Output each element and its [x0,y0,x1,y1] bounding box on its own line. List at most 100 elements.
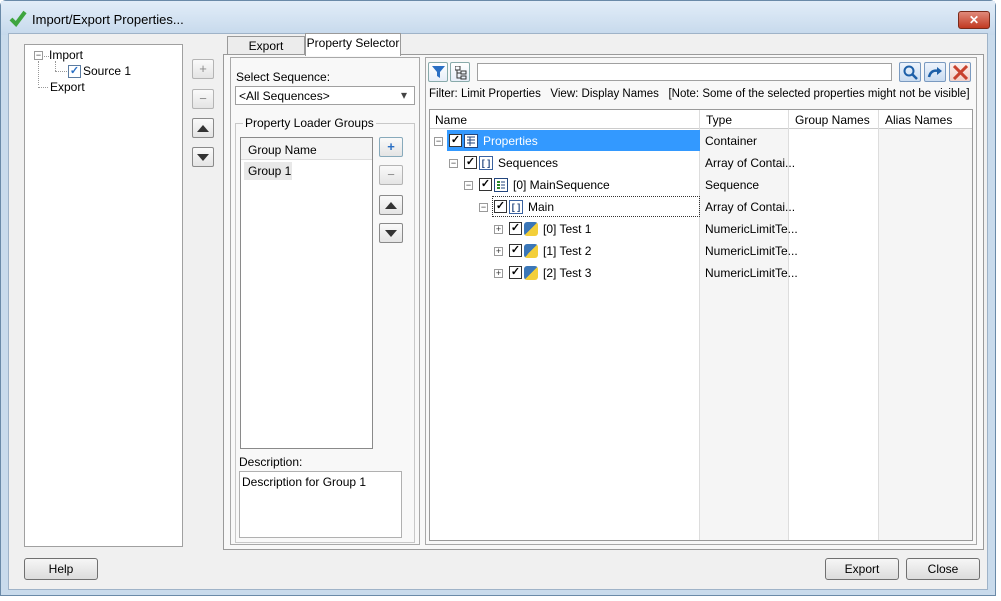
tree-line [55,61,56,71]
sequence-group-box: Select Sequence: <All Sequences> ▾ Prope… [230,57,420,545]
dialog-client: − Import ✓ Source 1 Export + − Export Op… [8,33,988,590]
python-step-icon [524,244,538,258]
close-button[interactable]: Close [906,558,980,580]
mainsequence-checkbox[interactable]: ✓ [479,178,492,191]
move-down-button[interactable] [192,147,214,167]
hierarchy-icon [455,66,467,80]
search-icon [903,65,918,80]
arrow-up-icon [385,202,397,209]
tree-line [44,56,49,57]
tab-export-options[interactable]: Export Options [227,36,305,72]
tree-line [38,87,48,88]
group-list-header: Group Name [241,138,372,160]
expand-test2-icon[interactable]: + [494,247,503,256]
close-window-button[interactable]: ✕ [958,11,990,29]
tree-item-import[interactable]: Import [49,48,83,62]
tab-content: Select Sequence: <All Sequences> ▾ Prope… [223,54,984,550]
source1-checkbox[interactable]: ✓ [68,65,81,78]
test1-checkbox[interactable]: ✓ [509,222,522,235]
row-name-main[interactable]: Main [528,200,554,214]
row-name-test2[interactable]: [1] Test 2 [543,244,591,258]
import-export-tree: − Import ✓ Source 1 Export [24,44,183,547]
filter-button[interactable] [428,62,448,82]
export-button[interactable]: Export [825,558,899,580]
redo-arrow-icon [927,67,942,78]
row-type-sequences: Array of Contai... [705,156,796,170]
window-title: Import/Export Properties... [32,12,184,27]
group-move-down-button[interactable] [379,223,403,243]
column-divider [788,110,789,540]
row-type-main: Array of Contai... [705,200,796,214]
expand-test1-icon[interactable]: + [494,225,503,234]
column-divider [878,110,879,540]
sequences-checkbox[interactable]: ✓ [464,156,477,169]
arrow-down-icon [197,154,209,161]
row-type-test2: NumericLimitTe... [705,244,798,258]
property-grid: Name Type Group Names Alias Names − ✓ Pr… [429,109,973,541]
tree-view-button[interactable] [450,62,470,82]
help-button[interactable]: Help [24,558,98,580]
group-list: Group Name Group 1 [240,137,373,449]
container-icon [464,134,478,148]
remove-group-button[interactable]: − [379,165,403,185]
group-name-column: Group Name [248,143,317,157]
row-type-test1: NumericLimitTe... [705,222,798,236]
collapse-import-icon[interactable]: − [34,51,43,60]
test2-checkbox[interactable]: ✓ [509,244,522,257]
test3-checkbox[interactable]: ✓ [509,266,522,279]
collapse-sequences-icon[interactable]: − [449,159,458,168]
column-divider [699,110,700,540]
refresh-button[interactable] [924,62,946,82]
description-label: Description: [239,455,303,469]
focused-row-outline [492,196,700,217]
clear-button[interactable] [949,62,971,82]
collapse-main-icon[interactable]: − [479,203,488,212]
row-name-properties[interactable]: Properties [483,134,538,148]
add-button[interactable]: + [192,59,214,79]
column-header-alias-names[interactable]: Alias Names [885,113,952,127]
checkmark-app-icon [9,10,27,27]
sequence-dropdown[interactable]: <All Sequences> ▾ [235,86,415,105]
alias-column-bg [879,110,972,540]
select-sequence-label: Select Sequence: [236,70,331,84]
tree-line [38,61,39,85]
description-field[interactable]: Description for Group 1 [239,471,402,538]
row-name-test1[interactable]: [0] Test 1 [543,222,591,236]
loader-groups-title: Property Loader Groups [243,116,376,130]
group-move-up-button[interactable] [379,195,403,215]
main-checkbox[interactable]: ✓ [494,200,507,213]
loader-groups-frame: Property Loader Groups Group Name Group … [235,116,415,543]
row-name-sequences[interactable]: Sequences [498,156,558,170]
description-text: Description for Group 1 [242,475,367,489]
column-header-group-names[interactable]: Group Names [795,113,870,127]
row-name-mainsequence[interactable]: [0] MainSequence [513,178,610,192]
tree-item-export[interactable]: Export [50,80,85,94]
grid-header: Name Type Group Names Alias Names [430,110,972,129]
row-name-test3[interactable]: [2] Test 3 [543,266,591,280]
python-step-icon [524,266,538,280]
property-search-input[interactable] [477,63,892,81]
search-button[interactable] [899,62,921,82]
tab-property-selector[interactable]: Property Selector [305,33,401,56]
row-type-test3: NumericLimitTe... [705,266,798,280]
chevron-down-icon: ▾ [401,88,408,102]
group-list-item[interactable]: Group 1 [244,162,292,180]
remove-button[interactable]: − [192,89,214,109]
column-header-type[interactable]: Type [706,113,732,127]
column-header-name[interactable]: Name [435,113,467,127]
properties-checkbox[interactable]: ✓ [449,134,462,147]
move-up-button[interactable] [192,118,214,138]
array-icon: [ ] [479,156,493,170]
row-type-mainsequence: Sequence [705,178,760,192]
filter-status-text: Filter: Limit Properties View: Display N… [429,88,970,100]
arrow-up-icon [197,125,209,132]
add-group-button[interactable]: + [379,137,403,157]
collapse-properties-icon[interactable]: − [434,137,443,146]
collapse-mainsequence-icon[interactable]: − [464,181,473,190]
row-type-properties: Container [705,134,758,148]
red-x-icon [953,65,968,80]
expand-test3-icon[interactable]: + [494,269,503,278]
sequence-dropdown-value: <All Sequences> [239,89,330,103]
tree-item-source1[interactable]: Source 1 [83,64,131,78]
arrow-down-icon [385,230,397,237]
